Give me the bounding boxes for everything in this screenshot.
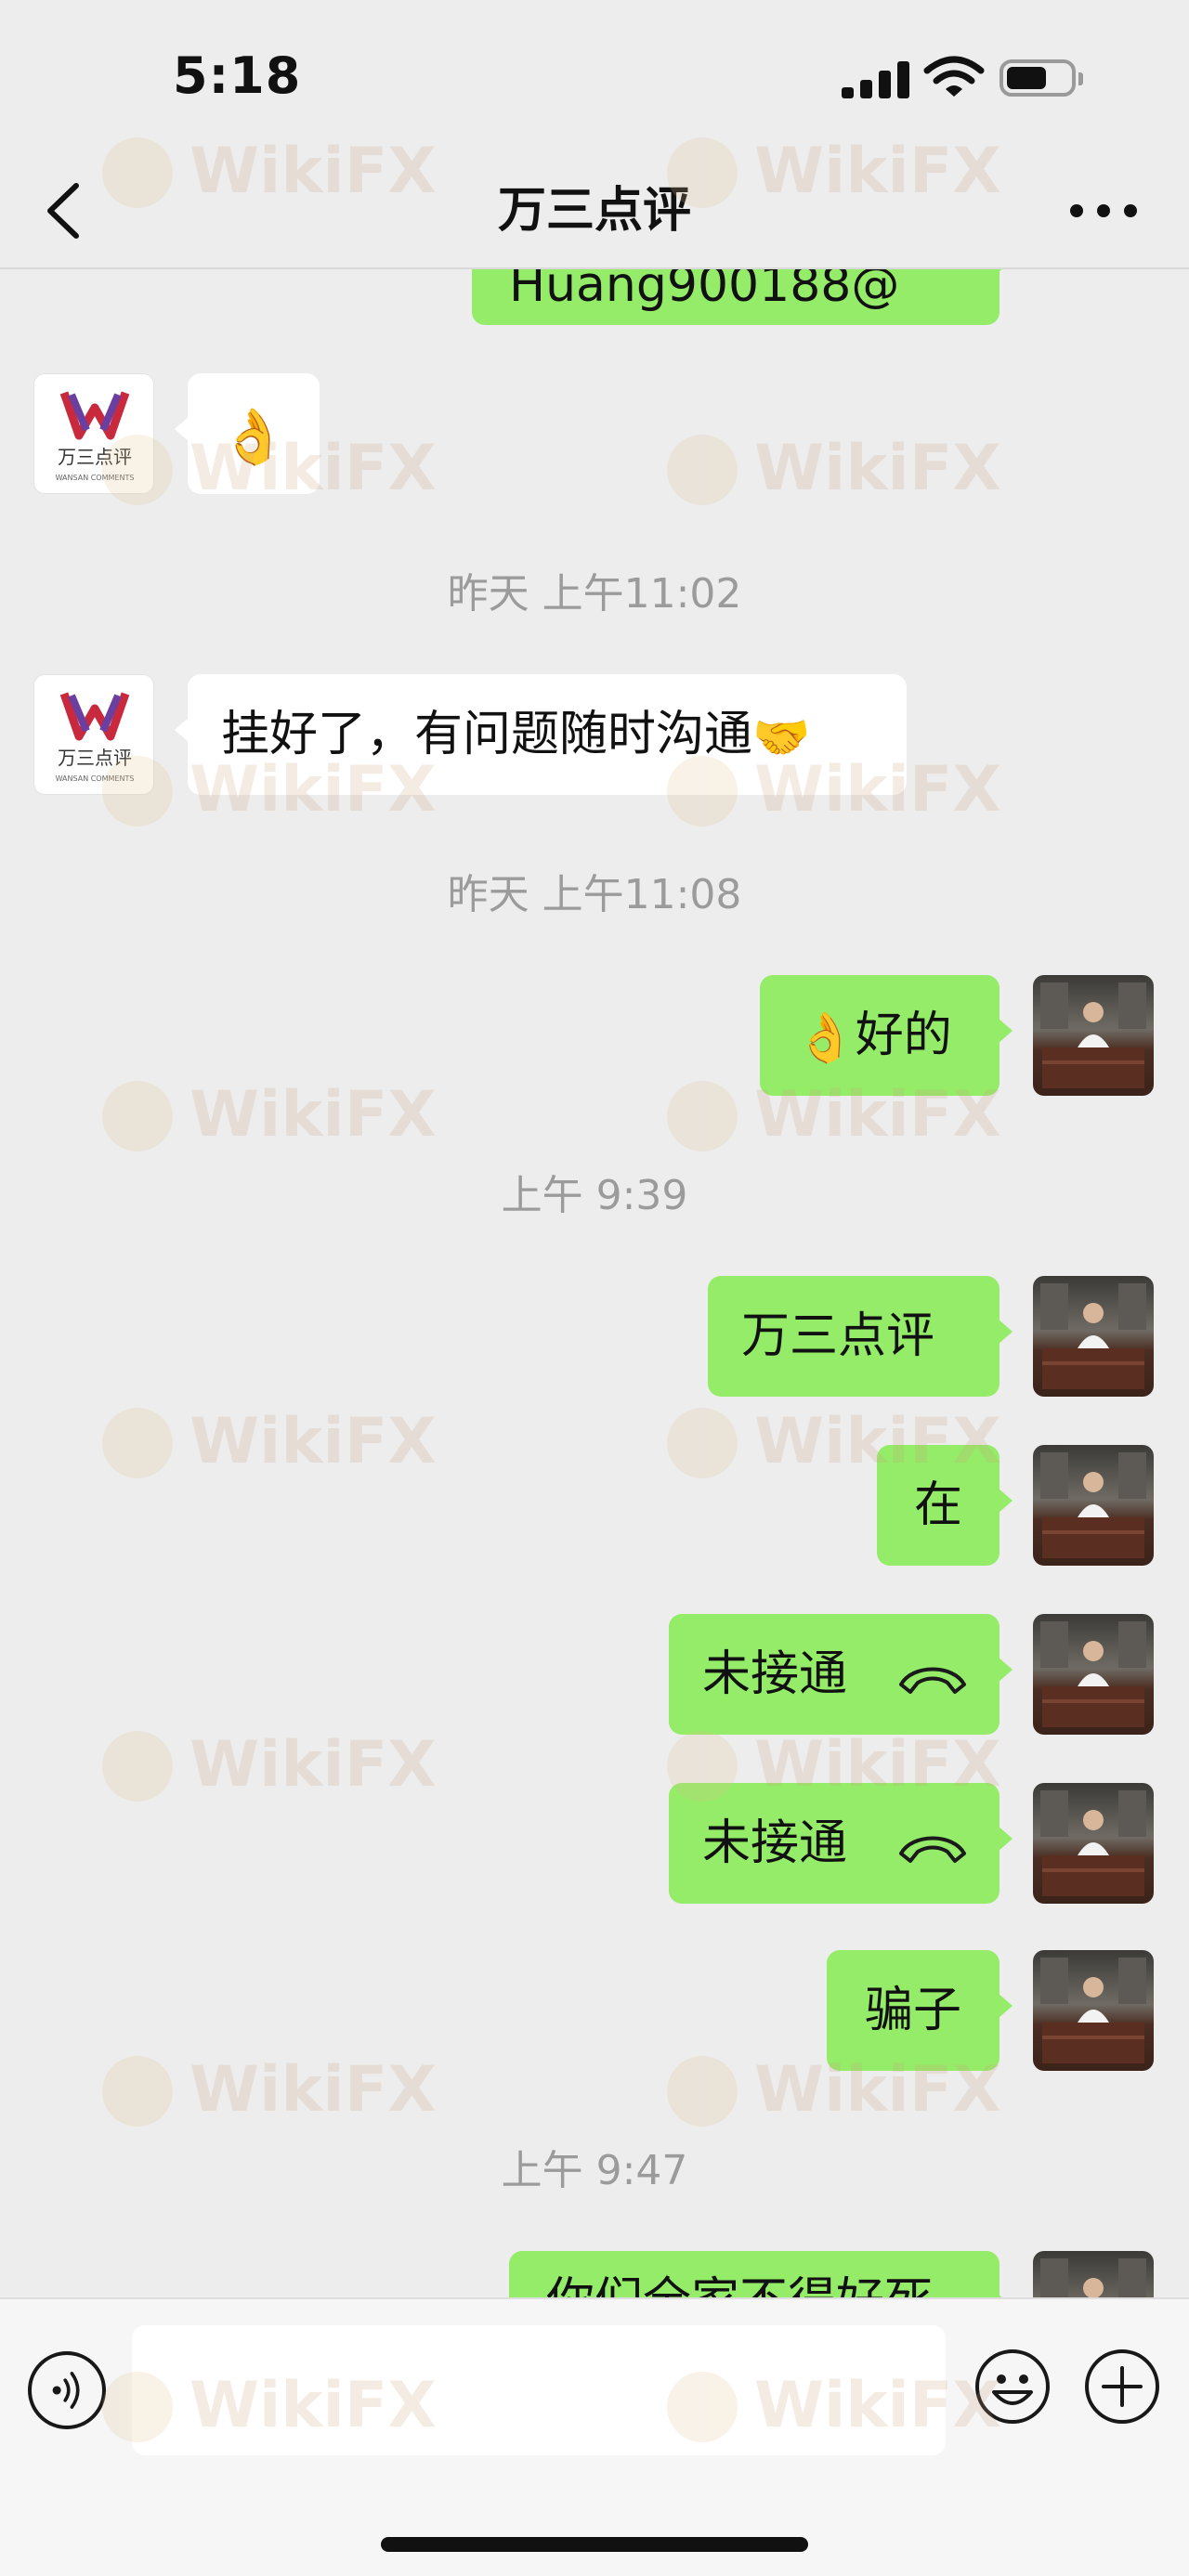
voice-icon[interactable] — [28, 2351, 106, 2429]
missed-call-bubble[interactable]: 未接通 — [669, 1783, 1013, 1904]
timestamp: 上午 9:47 — [501, 2147, 688, 2194]
status-bar: 5:18 — [0, 0, 1189, 158]
message-text: 好的 — [855, 1008, 952, 1063]
message-bubble-incoming[interactable]: 挂好了，有问题随时沟通🤝 — [175, 674, 907, 795]
user-photo-icon — [1040, 1283, 1146, 1389]
ok-hand-emoji: 👌 — [795, 1010, 856, 1066]
svg-text:WANSAN COMMENTS: WANSAN COMMENTS — [56, 474, 135, 482]
user-avatar[interactable] — [1033, 1276, 1154, 1397]
user-avatar[interactable] — [1033, 1783, 1154, 1904]
message-bubble-outgoing[interactable]: 骗子 — [827, 1950, 1013, 2071]
wifi-icon — [923, 56, 985, 97]
ok-hand-emoji: 👌 — [219, 405, 288, 468]
user-photo-icon — [1040, 982, 1146, 1088]
contact-avatar[interactable]: 万三点评 WANSAN COMMENTS — [33, 674, 154, 795]
chat-title: 万三点评 — [497, 183, 691, 239]
message-text: 万三点评 — [741, 1308, 935, 1364]
missed-call-bubble[interactable]: 未接通 — [669, 1614, 1013, 1735]
message-input[interactable] — [132, 2325, 946, 2455]
user-photo-icon — [1040, 1621, 1146, 1727]
message-text: 未接通 — [702, 1815, 848, 1871]
user-photo-icon — [1040, 1452, 1146, 1558]
status-time: 5:18 — [173, 46, 302, 105]
user-avatar[interactable] — [1033, 1614, 1154, 1735]
svg-text:WANSAN COMMENTS: WANSAN COMMENTS — [56, 774, 135, 783]
chat-area[interactable]: Huang900188@ 万三点评 WANSAN COMMENTS 👌 昨天 上… — [0, 0, 1189, 2297]
brand-logo-icon: 万三点评 WANSAN COMMENTS — [56, 692, 135, 783]
message-bubble-outgoing[interactable]: 👌好的 — [760, 975, 1013, 1096]
cellular-signal-icon — [842, 61, 910, 98]
user-photo-icon — [1040, 2258, 1146, 2297]
contact-avatar[interactable]: 万三点评 WANSAN COMMENTS — [33, 373, 154, 494]
svg-text:万三点评: 万三点评 — [58, 446, 132, 468]
user-photo-icon — [1040, 1790, 1146, 1896]
handshake-emoji: 🤝 — [752, 710, 811, 764]
more-dots-icon[interactable] — [1070, 201, 1137, 219]
message-bubble-outgoing[interactable]: 你们全家不得好死 — [509, 2251, 1013, 2297]
user-avatar[interactable] — [1033, 1950, 1154, 2071]
timestamp: 昨天 上午11:02 — [447, 570, 742, 618]
input-bar — [0, 2297, 1189, 2576]
user-photo-icon — [1040, 1958, 1146, 2063]
message-text: 挂好了，有问题随时沟通 — [221, 707, 753, 762]
home-indicator — [381, 2537, 808, 2552]
message-text: 骗子 — [864, 1983, 961, 2038]
message-bubble-outgoing[interactable]: 万三点评 — [708, 1276, 1013, 1397]
plus-icon[interactable] — [1083, 2348, 1161, 2426]
message-text: 在 — [913, 1477, 962, 1533]
brand-logo-icon: 万三点评 WANSAN COMMENTS — [56, 391, 135, 482]
user-avatar[interactable] — [1033, 975, 1154, 1096]
user-avatar[interactable] — [1033, 2251, 1154, 2297]
chat-header: 万三点评 — [0, 158, 1189, 269]
phone-hangup-icon — [899, 1836, 967, 1863]
emoji-icon[interactable] — [973, 2348, 1052, 2426]
message-text: 未接通 — [702, 1646, 848, 1702]
timestamp: 上午 9:39 — [501, 1172, 688, 1219]
user-avatar[interactable] — [1033, 1445, 1154, 1566]
phone-hangup-icon — [899, 1667, 967, 1694]
message-bubble-incoming[interactable]: 👌 — [175, 373, 320, 494]
message-text: 你们全家不得好死 — [546, 2273, 933, 2297]
message-bubble-outgoing[interactable]: 在 — [877, 1445, 1013, 1566]
timestamp: 昨天 上午11:08 — [447, 871, 742, 918]
battery-icon — [1000, 59, 1083, 97]
svg-text:万三点评: 万三点评 — [58, 747, 132, 769]
